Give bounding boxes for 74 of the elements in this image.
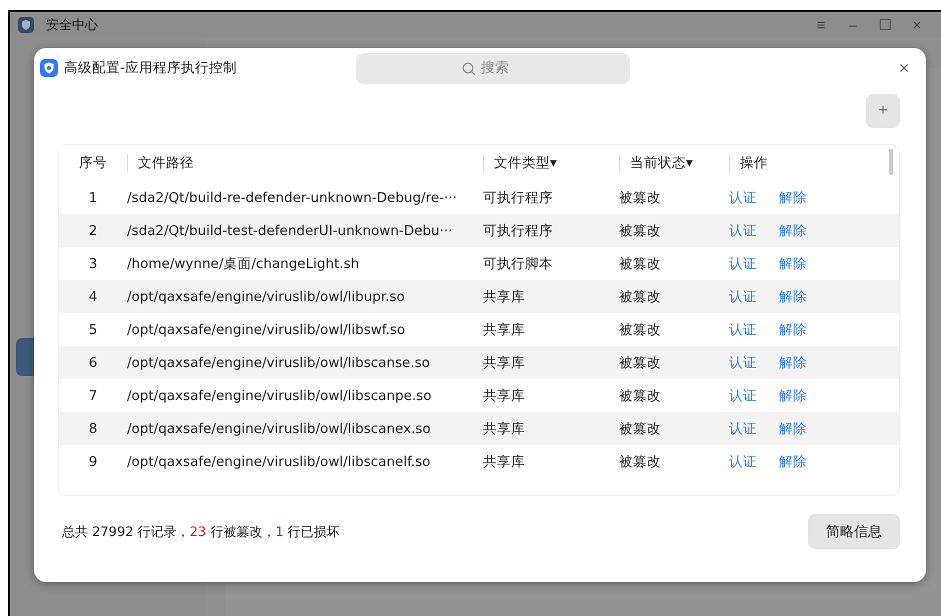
action-link[interactable]: 解除: [779, 452, 807, 470]
status-text: 被篡改: [619, 354, 662, 372]
file-path: /sda2/Qt/build-re-defender-unknown-Debug/re-···: [127, 190, 458, 206]
action-link[interactable]: 认证: [729, 254, 757, 272]
brief-info-button[interactable]: 简略信息: [808, 514, 900, 549]
action-link[interactable]: 解除: [779, 320, 807, 338]
action-link[interactable]: 认证: [729, 188, 757, 206]
action-link[interactable]: 解除: [779, 420, 807, 438]
action-link[interactable]: 认证: [729, 452, 757, 470]
window-control-button[interactable]: ×: [901, 16, 933, 34]
window-title: 安全中心: [46, 17, 98, 34]
status-text: 被篡改: [619, 254, 662, 272]
window-control-button[interactable]: –: [837, 16, 869, 34]
action-link[interactable]: 解除: [779, 222, 807, 240]
dialog-title: 高级配置-应用程序执行控制: [64, 59, 238, 77]
file-type: 共享库: [483, 320, 526, 338]
action-link[interactable]: 认证: [729, 386, 757, 404]
status-text: 被篡改: [619, 222, 662, 240]
column-header[interactable]: 文件类型▾: [483, 154, 619, 172]
row-number: 2: [88, 222, 98, 238]
file-type: 共享库: [483, 386, 526, 404]
action-link[interactable]: 认证: [729, 320, 757, 338]
file-path: /opt/qaxsafe/engine/viruslib/owl/libupr.so: [127, 288, 406, 304]
row-number: 9: [88, 454, 98, 470]
close-button[interactable]: ×: [890, 56, 918, 80]
row-number: 3: [88, 256, 98, 272]
row-number: 1: [88, 190, 98, 206]
action-link[interactable]: 解除: [779, 254, 807, 272]
action-link[interactable]: 认证: [729, 420, 757, 438]
status-text: 被篡改: [619, 386, 662, 404]
action-link[interactable]: 解除: [779, 354, 807, 372]
action-link[interactable]: 解除: [779, 386, 807, 404]
action-link[interactable]: 解除: [779, 288, 807, 306]
scrollbar[interactable]: [889, 149, 893, 175]
record-summary: 总共 27992 行记录，23 行被篡改，1 行已损坏: [62, 524, 340, 540]
row-number: 8: [88, 420, 98, 436]
file-path: /opt/qaxsafe/engine/viruslib/owl/libscanex.so: [127, 420, 432, 436]
file-type: 可执行脚本: [483, 254, 554, 272]
column-header[interactable]: 操作: [729, 154, 883, 172]
search-field[interactable]: 搜索: [356, 52, 630, 84]
shield-icon: [18, 17, 34, 33]
status-text: 被篡改: [619, 188, 662, 206]
file-path: /opt/qaxsafe/engine/viruslib/owl/libswf.so: [127, 322, 406, 338]
search-icon: [462, 62, 476, 76]
row-number: 7: [88, 388, 98, 404]
file-path: /opt/qaxsafe/engine/viruslib/owl/libscanelf.so: [127, 454, 432, 470]
file-path: /home/wynne/桌面/changeLight.sh: [127, 254, 360, 272]
status-text: 被篡改: [619, 288, 662, 306]
action-link[interactable]: 解除: [779, 188, 807, 206]
status-text: 被篡改: [619, 420, 662, 438]
file-type: 可执行程序: [483, 222, 554, 240]
row-number: 5: [88, 322, 98, 338]
status-text: 被篡改: [619, 452, 662, 470]
file-type: 共享库: [483, 452, 526, 470]
file-path: /opt/qaxsafe/engine/viruslib/owl/libscanpe.so: [127, 388, 432, 404]
action-link[interactable]: 认证: [729, 222, 757, 240]
action-link[interactable]: 认证: [729, 288, 757, 306]
column-header[interactable]: 序号: [59, 154, 127, 172]
window-control-button[interactable]: ≡: [805, 16, 837, 34]
file-type: 共享库: [483, 420, 526, 438]
file-type: 可执行程序: [483, 188, 554, 206]
window-control-button[interactable]: ☐: [869, 16, 901, 34]
status-text: 被篡改: [619, 320, 662, 338]
shield-icon: [40, 59, 58, 77]
column-header[interactable]: 当前状态▾: [619, 154, 729, 172]
file-path: /opt/qaxsafe/engine/viruslib/owl/libscanse.so: [127, 354, 431, 370]
file-type: 共享库: [483, 288, 526, 306]
action-link[interactable]: 认证: [729, 354, 757, 372]
add-button[interactable]: +: [866, 94, 900, 128]
row-number: 4: [88, 288, 98, 304]
file-path: /sda2/Qt/build-test-defenderUI-unknown-Debu···: [127, 222, 454, 238]
row-number: 6: [88, 354, 98, 370]
column-header[interactable]: 文件路径: [127, 154, 483, 172]
file-type: 共享库: [483, 354, 526, 372]
